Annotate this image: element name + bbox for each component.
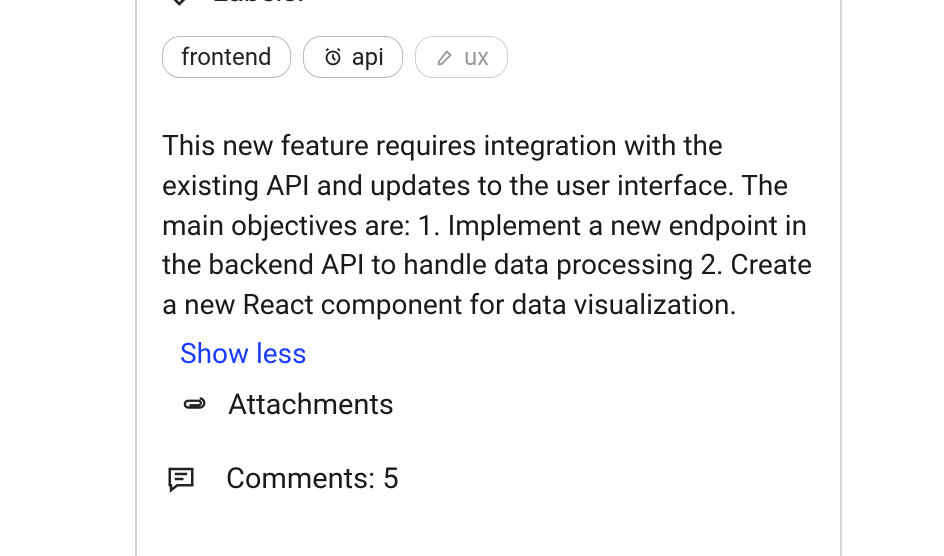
label-chip-text: ux bbox=[464, 43, 489, 71]
label-chip-api[interactable]: api bbox=[303, 36, 403, 78]
label-chip-text: api bbox=[352, 43, 384, 71]
detail-card: Labels: frontend api ux bbox=[135, 0, 842, 556]
labels-heading-row: Labels: bbox=[162, 0, 304, 9]
attachment-icon bbox=[180, 395, 208, 415]
description-text: This new feature requires integration wi… bbox=[162, 126, 815, 333]
show-less-link[interactable]: Show less bbox=[162, 333, 307, 388]
label-chip-ux[interactable]: ux bbox=[415, 36, 508, 78]
comment-icon bbox=[166, 464, 196, 494]
alarm-icon bbox=[322, 46, 344, 68]
label-chip-text: frontend bbox=[181, 43, 272, 71]
comments-count: 5 bbox=[382, 462, 398, 496]
label-chips: frontend api ux bbox=[162, 0, 815, 126]
comments-label-prefix: Comments: bbox=[226, 462, 382, 496]
comments-row[interactable]: Comments: 5 bbox=[162, 462, 815, 496]
attachments-row[interactable]: Attachments bbox=[162, 388, 815, 462]
brush-icon bbox=[434, 46, 456, 68]
label-icon bbox=[162, 0, 194, 8]
label-chip-frontend[interactable]: frontend bbox=[162, 36, 291, 78]
attachments-label: Attachments bbox=[228, 388, 394, 422]
labels-heading-text: Labels: bbox=[212, 0, 304, 9]
comments-label: Comments: 5 bbox=[226, 462, 399, 496]
